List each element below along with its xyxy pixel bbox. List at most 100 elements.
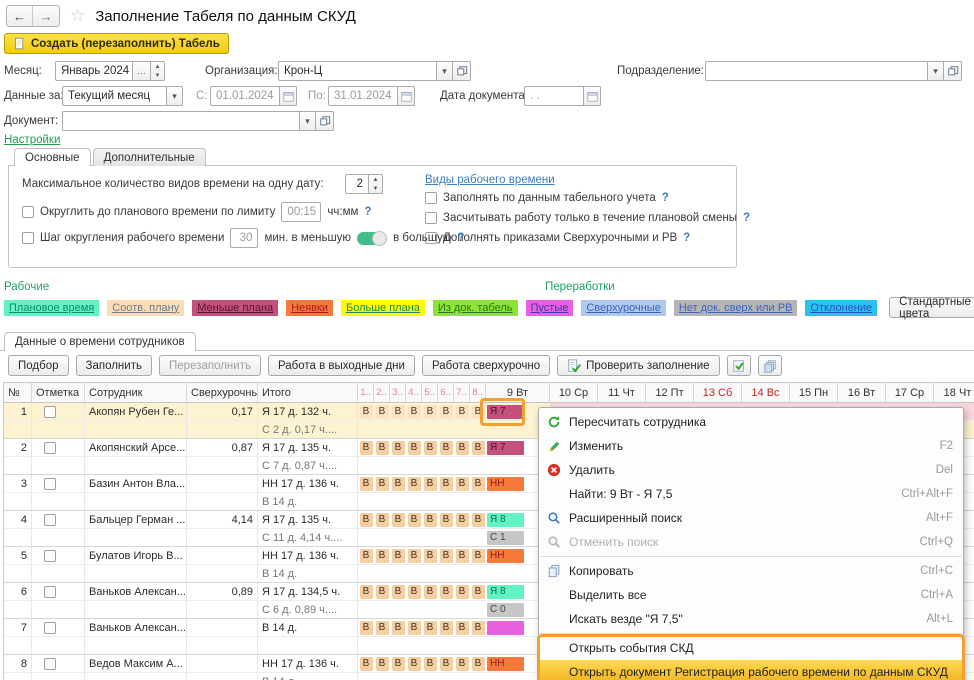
total-main-cell[interactable]: НН 17 д. 136 ч.: [258, 547, 358, 564]
overtime-cell[interactable]: [187, 475, 258, 492]
day-cell[interactable]: В: [358, 619, 374, 636]
menu-item[interactable]: Искать везде "Я 7,5"Alt+L: [539, 607, 963, 631]
day-cell[interactable]: [470, 565, 486, 582]
organization-dropdown-button[interactable]: ▾: [437, 61, 453, 81]
day-cell[interactable]: В: [406, 511, 422, 528]
day-cell[interactable]: [374, 421, 390, 438]
day-cell[interactable]: [454, 421, 470, 438]
column-header-day[interactable]: 10 Ср: [550, 383, 598, 403]
forward-button[interactable]: →: [33, 6, 59, 26]
day-cell[interactable]: В: [422, 403, 438, 420]
back-button[interactable]: ←: [7, 6, 33, 26]
day-cell[interactable]: В: [438, 403, 454, 420]
day-cell[interactable]: В: [374, 439, 390, 456]
menu-item[interactable]: Выделить всеCtrl+A: [539, 583, 963, 607]
help-icon[interactable]: ?: [683, 232, 690, 244]
day-cell[interactable]: В: [390, 403, 406, 420]
legend-item-link[interactable]: Меньше плана: [192, 300, 278, 316]
day-cell[interactable]: В: [454, 511, 470, 528]
day-cell[interactable]: [390, 421, 406, 438]
day-cell[interactable]: [374, 493, 390, 510]
day-cell[interactable]: В: [374, 583, 390, 600]
day-cell[interactable]: В: [390, 547, 406, 564]
legend-item-link[interactable]: Неявки: [286, 300, 333, 316]
day-cell[interactable]: В: [454, 439, 470, 456]
day-cell[interactable]: [406, 565, 422, 582]
data-for-select[interactable]: Текущий месяц: [62, 86, 167, 106]
check-all-button[interactable]: [727, 355, 751, 376]
day-cell[interactable]: [358, 529, 374, 546]
day-cell[interactable]: В: [422, 619, 438, 636]
organization-open-button[interactable]: [453, 61, 471, 81]
count-within-shift-checkbox[interactable]: [425, 212, 437, 224]
row-mark-checkbox[interactable]: [44, 586, 56, 598]
day-cell[interactable]: В: [454, 583, 470, 600]
menu-item[interactable]: КопироватьCtrl+C: [539, 559, 963, 583]
day-cell[interactable]: В: [454, 619, 470, 636]
help-icon[interactable]: ?: [662, 192, 669, 204]
max-kinds-spinner[interactable]: ▲▼: [369, 174, 383, 194]
round-to-plan-checkbox[interactable]: [22, 206, 34, 218]
day-cell[interactable]: [438, 565, 454, 582]
column-header-day[interactable]: 5..: [422, 383, 438, 403]
legend-item-link[interactable]: Пустые: [526, 300, 574, 316]
day-cell[interactable]: [470, 457, 486, 474]
document-input[interactable]: [62, 111, 300, 131]
day-cell[interactable]: [438, 421, 454, 438]
day-cell[interactable]: [406, 457, 422, 474]
day-cell[interactable]: В: [454, 655, 470, 672]
legend-item-link[interactable]: Нет док. сверх или РВ: [674, 300, 798, 316]
document-dropdown-button[interactable]: ▾: [300, 111, 316, 131]
column-header-day[interactable]: 3..: [390, 383, 406, 403]
day-cell[interactable]: [470, 421, 486, 438]
column-header-day[interactable]: 16 Вт: [838, 383, 886, 403]
toolbar-button[interactable]: Заполнить: [76, 355, 152, 376]
day-cell[interactable]: В: [358, 583, 374, 600]
total-sub-cell[interactable]: В 14 д.: [258, 673, 358, 680]
row-mark-checkbox[interactable]: [44, 622, 56, 634]
tab-additional-settings[interactable]: Дополнительные: [93, 148, 206, 166]
legend-item-link[interactable]: Соотв. плану: [107, 300, 184, 316]
day-cell[interactable]: В: [470, 511, 486, 528]
column-header-day[interactable]: 12 Пт: [646, 383, 694, 403]
day-cell[interactable]: В: [374, 475, 390, 492]
day-cell[interactable]: В: [358, 439, 374, 456]
day-cell[interactable]: В: [422, 475, 438, 492]
day-cell[interactable]: [454, 493, 470, 510]
day-cell[interactable]: В: [390, 475, 406, 492]
day-cell[interactable]: [470, 601, 486, 618]
day-cell[interactable]: [390, 529, 406, 546]
month-input[interactable]: Январь 2024: [55, 61, 133, 81]
day-cell[interactable]: [438, 493, 454, 510]
department-input[interactable]: [705, 61, 928, 81]
day-cell[interactable]: [438, 673, 454, 680]
day-cell[interactable]: [454, 673, 470, 680]
overtime-cell[interactable]: 0,17: [187, 403, 258, 420]
day-cell[interactable]: В: [470, 655, 486, 672]
day-cell[interactable]: [470, 637, 486, 654]
day-cell[interactable]: В: [438, 439, 454, 456]
work-types-link[interactable]: Виды рабочего времени: [425, 174, 555, 186]
column-header-total[interactable]: Итого: [258, 383, 358, 403]
toolbar-button[interactable]: Перезаполнить: [159, 355, 261, 376]
day-cell[interactable]: В: [406, 439, 422, 456]
help-icon[interactable]: ?: [743, 212, 750, 224]
day-cell[interactable]: [358, 601, 374, 618]
day-cell[interactable]: В: [470, 583, 486, 600]
day-cell[interactable]: [406, 493, 422, 510]
row-mark-checkbox[interactable]: [44, 442, 56, 454]
day-cell[interactable]: В: [438, 655, 454, 672]
legend-item-link[interactable]: Сверхурочные: [581, 300, 665, 316]
day-cell[interactable]: В: [390, 511, 406, 528]
day-cell[interactable]: В: [438, 547, 454, 564]
overtime-cell[interactable]: 4,14: [187, 511, 258, 528]
month-spinner[interactable]: ▲▼: [151, 61, 165, 81]
day-cell[interactable]: [470, 493, 486, 510]
rounding-step-checkbox[interactable]: [22, 232, 34, 244]
column-header-day[interactable]: 1..: [358, 383, 374, 403]
tab-main-settings[interactable]: Основные: [14, 148, 91, 166]
overtime-cell[interactable]: [187, 655, 258, 672]
overtime-cell[interactable]: [187, 619, 258, 636]
settings-link[interactable]: Настройки: [4, 134, 60, 146]
document-open-button[interactable]: [316, 111, 334, 131]
